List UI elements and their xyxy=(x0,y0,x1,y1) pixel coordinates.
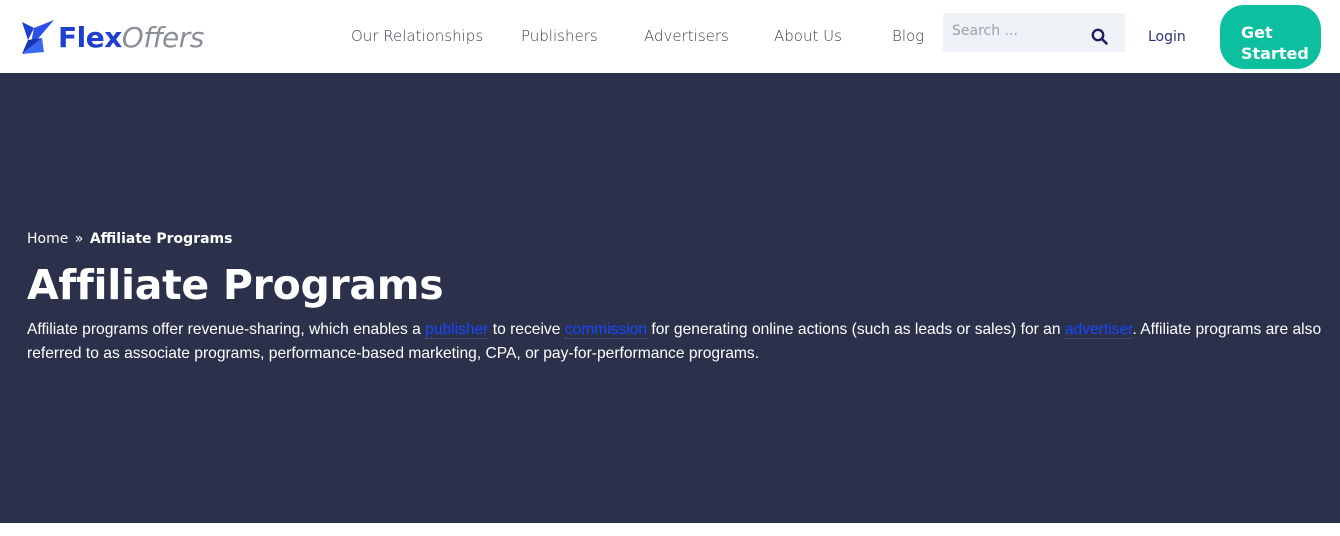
page-title: Affiliate Programs xyxy=(27,261,444,309)
logo-text-flex: Flex xyxy=(58,20,122,54)
breadcrumb-current: Affiliate Programs xyxy=(89,231,233,247)
breadcrumb-home[interactable]: Home xyxy=(27,231,68,247)
nav-our-relationships[interactable]: Our Relationships xyxy=(351,27,483,45)
logo-text-offers: Offers xyxy=(121,20,205,54)
get-started-line-1: Get xyxy=(1241,22,1273,42)
breadcrumb: Home » Affiliate Programs xyxy=(27,231,232,247)
intro-text-3: for generating online actions (such as l… xyxy=(647,321,1065,338)
nav-advertisers[interactable]: Advertisers xyxy=(644,27,729,45)
nav-publishers[interactable]: Publishers xyxy=(521,27,598,45)
breadcrumb-separator: » xyxy=(74,231,84,247)
publisher-link[interactable]: publisher xyxy=(425,321,489,339)
intro-text-2: to receive xyxy=(488,321,565,338)
flexoffers-logo-icon xyxy=(22,20,54,54)
login-link[interactable]: Login xyxy=(1148,29,1186,45)
commission-link[interactable]: commission xyxy=(564,321,648,339)
search-box xyxy=(943,13,1125,52)
search-icon[interactable] xyxy=(1091,28,1108,45)
get-started-line-2: Started xyxy=(1241,43,1309,63)
page-body-start xyxy=(0,523,1340,536)
advertiser-link[interactable]: advertiser xyxy=(1064,321,1133,339)
flexoffers-logo[interactable]: Flex Offers xyxy=(20,16,204,58)
intro-paragraph: Affiliate programs offer revenue-sharing… xyxy=(27,318,1327,366)
search-input[interactable] xyxy=(943,13,1083,52)
hero-section: Home » Affiliate Programs Affiliate Prog… xyxy=(0,73,1340,523)
site-header: Flex Offers Our Relationships Publishers … xyxy=(0,0,1340,73)
nav-about-us[interactable]: About Us xyxy=(774,27,842,45)
get-started-button[interactable]: Get Started xyxy=(1220,5,1321,69)
nav-blog[interactable]: Blog xyxy=(892,27,924,45)
intro-text-1: Affiliate programs offer revenue-sharing… xyxy=(27,321,426,338)
